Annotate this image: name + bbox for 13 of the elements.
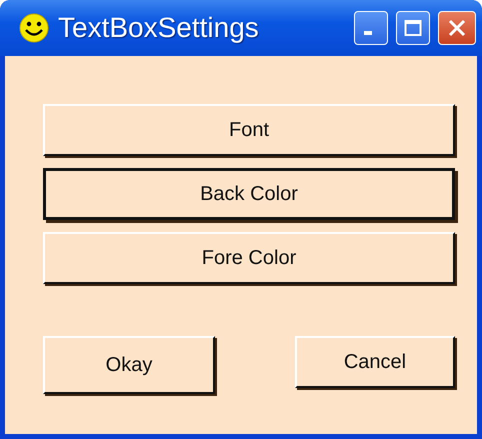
window-title: TextBoxSettings xyxy=(58,12,259,44)
close-icon xyxy=(447,18,467,38)
minimize-icon xyxy=(364,31,372,35)
smiley-icon xyxy=(18,12,50,44)
dialog-button[interactable]: Okay xyxy=(43,336,215,394)
dialog-button[interactable]: Fore Color xyxy=(43,232,455,284)
minimize-button[interactable] xyxy=(354,11,388,45)
close-button[interactable] xyxy=(438,11,476,45)
dialog-button[interactable]: Font xyxy=(43,104,455,156)
maximize-button[interactable] xyxy=(396,11,430,45)
maximize-icon xyxy=(403,18,423,38)
dialog-button[interactable]: Cancel xyxy=(295,336,455,388)
dialog-button[interactable]: Back Color xyxy=(43,168,455,220)
